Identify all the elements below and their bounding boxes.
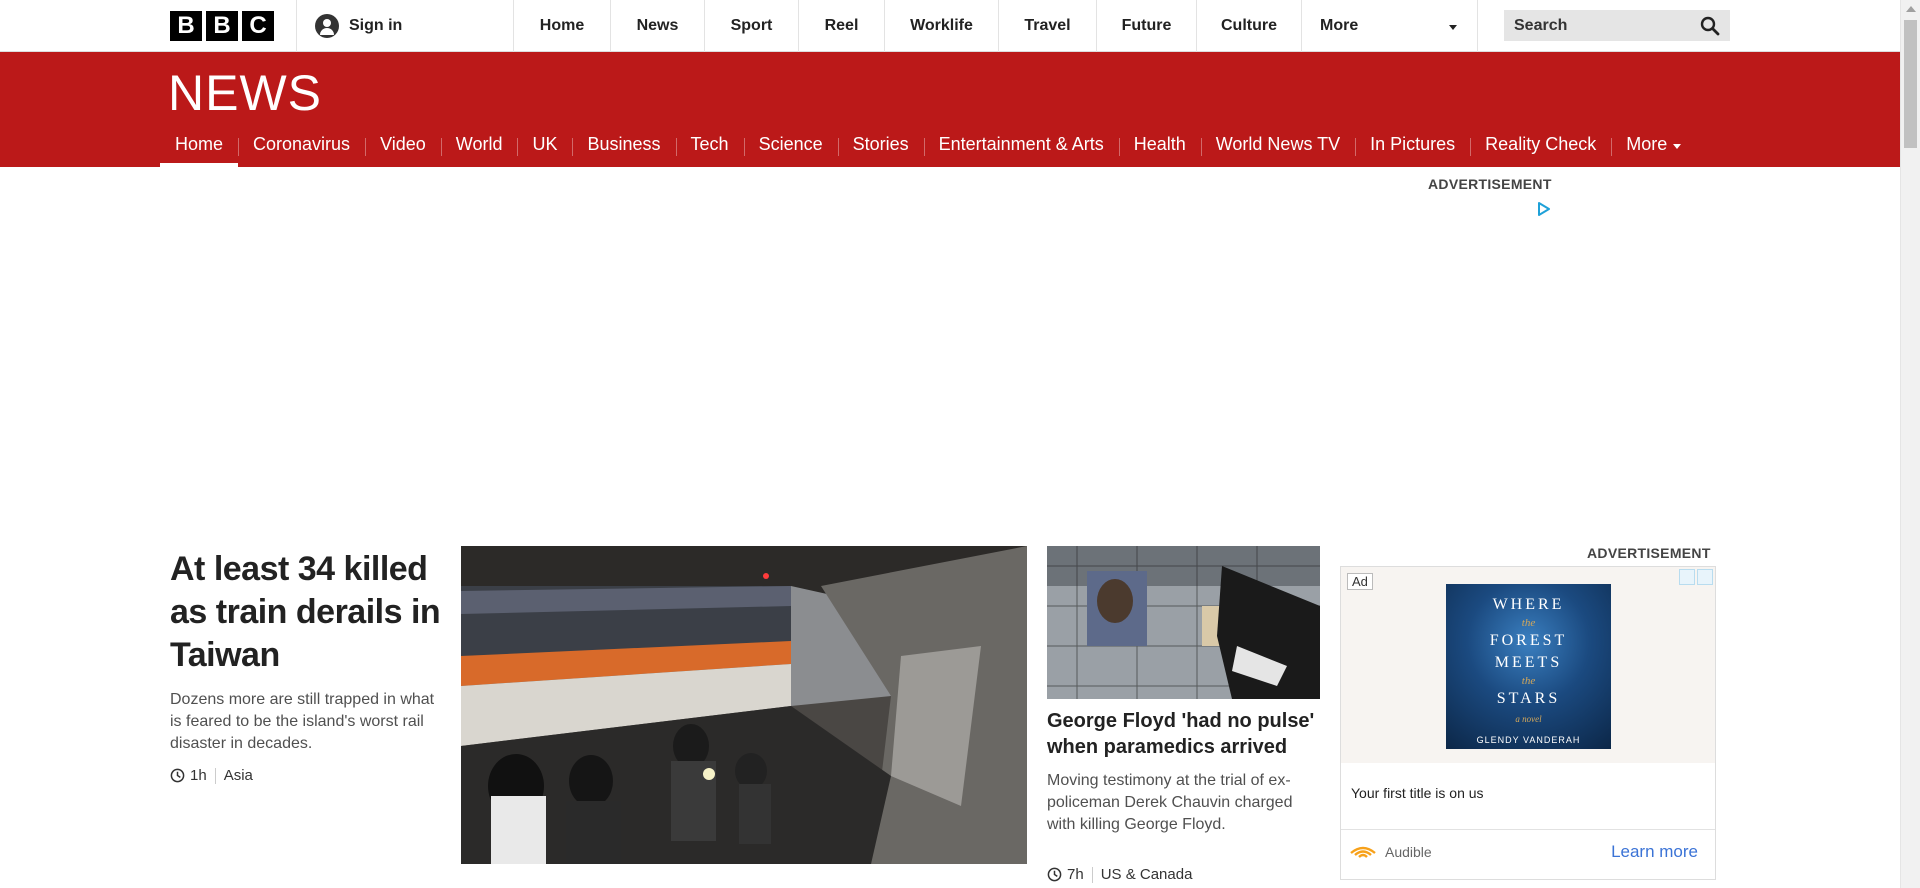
second-story[interactable]: George Floyd 'had no pulse' when paramed…	[1047, 708, 1322, 883]
meta-divider	[214, 767, 216, 784]
bbc-logo-letter: B	[206, 11, 238, 41]
book-title-line: FOREST	[1489, 632, 1568, 649]
global-nav-worklife[interactable]: Worklife	[884, 0, 998, 52]
global-header: B B C Sign in Home News Sport Reel Workl…	[0, 0, 1900, 52]
news-nav-tech[interactable]: Tech	[675, 130, 744, 167]
search-icon[interactable]	[1700, 16, 1720, 36]
book-title-line: MEETS	[1494, 654, 1563, 671]
news-nav-coronavirus[interactable]: Coronavirus	[238, 130, 365, 167]
second-headline[interactable]: George Floyd 'had no pulse' when paramed…	[1047, 708, 1322, 760]
story-section-link[interactable]: Asia	[224, 767, 253, 784]
adchoices-icon[interactable]	[1537, 202, 1551, 216]
news-wordmark[interactable]: NEWS	[168, 64, 322, 122]
global-nav-more-label: More	[1320, 17, 1359, 34]
global-nav-more[interactable]: More	[1301, 0, 1478, 52]
meta-divider	[1091, 866, 1093, 883]
news-nav-entertainment-arts[interactable]: Entertainment & Arts	[923, 130, 1119, 167]
scrollbar-thumb[interactable]	[1904, 20, 1917, 148]
book-title-line: WHERE	[1492, 596, 1565, 613]
signin-button[interactable]: Sign in	[296, 0, 514, 52]
clock-icon	[1047, 867, 1062, 882]
ad-tag: Ad	[1347, 573, 1373, 590]
global-nav-home[interactable]: Home	[513, 0, 610, 52]
vertical-scrollbar[interactable]	[1900, 0, 1920, 888]
news-nav-science[interactable]: Science	[743, 130, 838, 167]
ad-brand-name: Audible	[1385, 844, 1432, 860]
close-icon[interactable]	[1697, 569, 1713, 585]
lead-summary: Dozens more are still trapped in what is…	[170, 691, 435, 752]
clock-icon	[170, 768, 185, 783]
lead-story-image[interactable]	[461, 546, 1027, 864]
news-nav-uk[interactable]: UK	[517, 130, 572, 167]
global-nav-culture[interactable]: Culture	[1196, 0, 1301, 52]
caret-down-icon	[1673, 144, 1682, 149]
story-section-link[interactable]: US & Canada	[1101, 866, 1193, 883]
advertisement-label: ADVERTISEMENT	[1428, 176, 1552, 192]
news-nav-world-news-tv[interactable]: World News TV	[1200, 130, 1355, 167]
train-derailment-photo	[461, 546, 1027, 864]
news-nav-world[interactable]: World	[440, 130, 518, 167]
scroll-up-icon[interactable]	[1906, 6, 1916, 12]
global-nav-travel[interactable]: Travel	[998, 0, 1096, 52]
news-nav-video[interactable]: Video	[365, 130, 441, 167]
news-nav-reality-check[interactable]: Reality Check	[1470, 130, 1611, 167]
news-nav-home[interactable]: Home	[160, 130, 239, 167]
search-placeholder: Search	[1514, 16, 1568, 34]
news-nav-more[interactable]: More	[1611, 130, 1696, 167]
advertisement-label: ADVERTISEMENT	[1587, 545, 1711, 561]
lead-headline[interactable]: At least 34 killed as train derails in T…	[170, 548, 442, 677]
news-nav-more-label: More	[1626, 134, 1668, 154]
ad-text: Your first title is on us	[1351, 785, 1484, 801]
lead-story[interactable]: At least 34 killed as train derails in T…	[170, 548, 442, 784]
news-nav-health[interactable]: Health	[1118, 130, 1201, 167]
global-nav-news[interactable]: News	[610, 0, 704, 52]
bbc-logo-letter: B	[170, 11, 202, 41]
book-tagline: a novel	[1515, 714, 1542, 724]
news-nav: Home Coronavirus Video World UK Business…	[160, 130, 1696, 167]
second-summary: Moving testimony at the trial of ex-poli…	[1047, 772, 1293, 833]
bbc-logo-letter: C	[242, 11, 274, 41]
search-input[interactable]: Search	[1504, 10, 1730, 41]
global-nav: Home News Sport Reel Worklife Travel Fut…	[513, 0, 1478, 52]
divider	[1341, 829, 1715, 830]
audible-logo-icon	[1350, 846, 1376, 858]
signin-label: Sign in	[349, 17, 403, 34]
global-nav-future[interactable]: Future	[1096, 0, 1196, 52]
george-floyd-memorial-photo	[1047, 546, 1320, 699]
book-title-line: the	[1521, 617, 1536, 629]
story-meta: 1h Asia	[170, 767, 442, 784]
ad-controls	[1679, 569, 1713, 585]
news-header: NEWS Home Coronavirus Video World UK Bus…	[0, 52, 1900, 167]
book-cover[interactable]: WHERE the FOREST MEETS the STARS a novel…	[1446, 584, 1611, 749]
news-nav-in-pictures[interactable]: In Pictures	[1355, 130, 1470, 167]
book-title-line: the	[1521, 675, 1536, 687]
caret-down-icon	[1449, 25, 1457, 30]
story-meta: 7h US & Canada	[1047, 866, 1322, 883]
learn-more-link[interactable]: Learn more	[1611, 842, 1698, 862]
ad-brand: Audible	[1349, 843, 1432, 861]
bbc-logo[interactable]: B B C	[170, 11, 274, 41]
global-nav-reel[interactable]: Reel	[798, 0, 884, 52]
book-author: GLENDY VANDERAH	[1476, 735, 1581, 745]
news-nav-stories[interactable]: Stories	[837, 130, 924, 167]
global-nav-sport[interactable]: Sport	[704, 0, 798, 52]
book-title-line: STARS	[1496, 690, 1561, 707]
story-timestamp: 7h	[1067, 866, 1084, 883]
audible-ad[interactable]: Ad WHERE the FOREST MEETS the STARS a no…	[1340, 566, 1716, 880]
user-icon	[315, 14, 339, 38]
story-timestamp: 1h	[190, 767, 207, 784]
second-story-image[interactable]	[1047, 546, 1320, 699]
news-nav-business[interactable]: Business	[572, 130, 675, 167]
adchoices-icon[interactable]	[1679, 569, 1695, 585]
